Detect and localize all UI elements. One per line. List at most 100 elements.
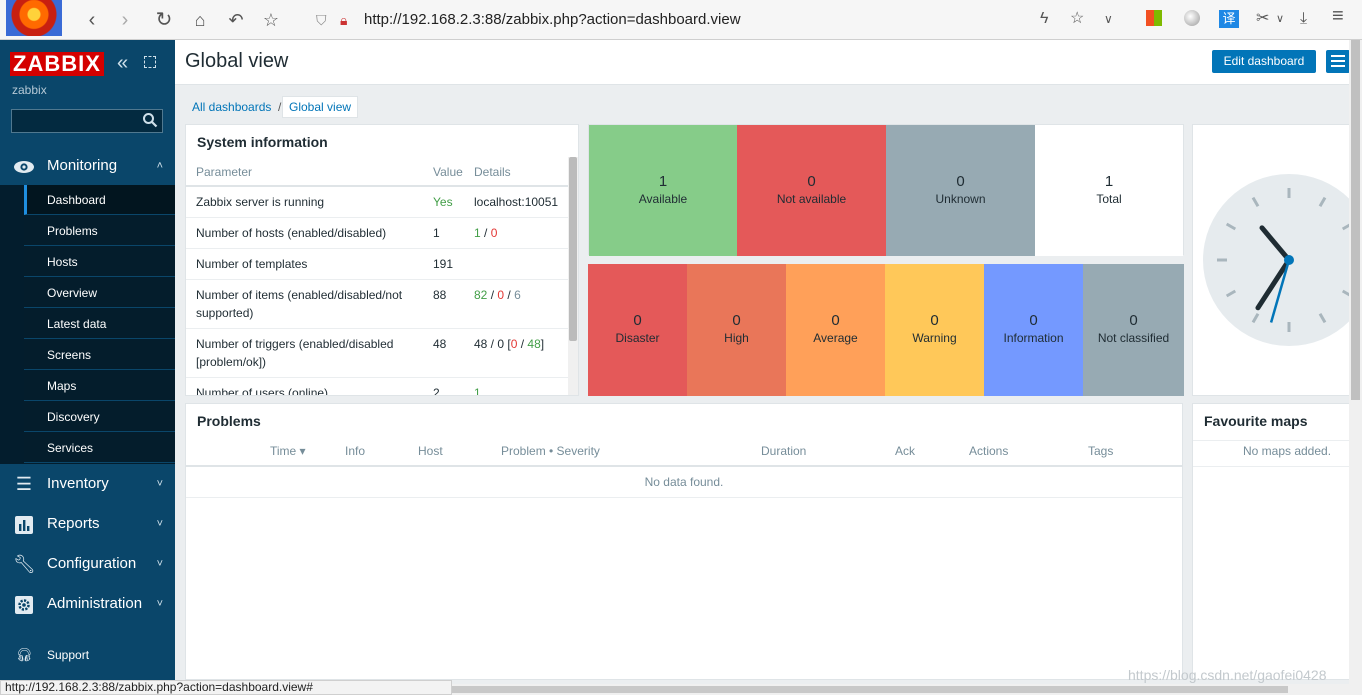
page-header: Global view Edit dashboard [175, 40, 1362, 85]
collapse-sidebar-icon[interactable]: « [117, 52, 128, 75]
value-cell: 48 [433, 337, 447, 351]
submenu-discovery[interactable]: Discovery [24, 402, 175, 432]
wrench-icon: 🔧︎ [13, 554, 36, 574]
scrollbar-thumb[interactable] [1351, 40, 1360, 400]
undo-icon[interactable]: ↶ [224, 8, 248, 32]
table-header: Parameter Value Details [186, 157, 570, 187]
address-bar[interactable]: ⛉ 🔒︎ http://192.168.2.3:88/zabbix.php?ac… [308, 6, 1028, 34]
support-label: Support [47, 648, 90, 662]
scissors-icon[interactable]: ✂ [1256, 9, 1269, 29]
widget-title: System information [197, 134, 328, 150]
menu-monitoring[interactable]: Monitoring ˄ [0, 146, 175, 186]
param-cell-line: supported) [196, 306, 254, 320]
menu-administration[interactable]: Administration ˅ [0, 584, 175, 624]
tile-count: 0 [732, 312, 741, 329]
host-available-tile[interactable]: 1 Available [589, 125, 737, 256]
severity-average-tile[interactable]: 0 Average [786, 264, 885, 396]
table-row: Number of users (online) 2 1 [186, 378, 570, 396]
support-link[interactable]: 🎧︎ Support [0, 640, 175, 670]
apps-grid-icon[interactable] [1146, 10, 1162, 26]
param-cell: Zabbix server is running [196, 195, 325, 209]
menu-monitoring-label: Monitoring [47, 157, 118, 174]
bookmark-star-icon[interactable]: ☆ [1070, 9, 1084, 29]
empty-message: No maps added. [1242, 444, 1332, 458]
kiosk-mode-icon[interactable] [144, 56, 156, 68]
shield-icon: ⛉ [316, 12, 327, 28]
home-icon[interactable]: ⌂ [188, 8, 212, 32]
details-cell: 48 / 0 [0 / 48] [474, 337, 545, 351]
forward-icon[interactable]: › [113, 8, 137, 32]
details-cell: 1 / 0 [474, 226, 498, 240]
menu-inventory[interactable]: ☰ Inventory ˅ [0, 464, 175, 504]
insecure-lock-icon[interactable]: 🔒︎ [340, 12, 347, 29]
host-total-tile[interactable]: 1 Total [1035, 125, 1183, 256]
chevron-down-icon: ˅ [156, 478, 163, 490]
value-cell: 1 [433, 226, 440, 240]
lightning-icon[interactable]: ϟ [1040, 9, 1048, 29]
headset-icon: 🎧︎ [15, 647, 33, 662]
host-not-available-tile[interactable]: 0 Not available [737, 125, 886, 256]
menu-reports[interactable]: Reports ˅ [0, 504, 175, 544]
page-horizontal-scrollbar[interactable] [452, 684, 1362, 695]
translate-icon[interactable]: 译 [1219, 10, 1239, 28]
table-row: Number of items (enabled/disabled/not su… [186, 280, 570, 329]
tile-label: Not available [776, 192, 847, 206]
severity-warning-tile[interactable]: 0 Warning [885, 264, 984, 396]
column-header-info: Info [345, 444, 366, 458]
menu-inventory-label: Inventory [47, 475, 109, 492]
page-vertical-scrollbar[interactable] [1349, 40, 1362, 684]
more-menu-icon[interactable]: ≡ [1332, 6, 1344, 26]
dropdown-chevron-icon[interactable]: ∨ [1104, 9, 1113, 29]
clock-face [1203, 174, 1361, 346]
submenu-latest-data[interactable]: Latest data [24, 309, 175, 339]
severity-not-classified-tile[interactable]: 0 Not classified [1083, 264, 1184, 396]
severity-high-tile[interactable]: 0 High [687, 264, 786, 396]
globe-icon[interactable] [1184, 10, 1200, 26]
submenu-overview[interactable]: Overview [24, 278, 175, 308]
clock-widget [1192, 124, 1362, 396]
list-icon: ☰ [15, 474, 33, 494]
severity-disaster-tile[interactable]: 0 Disaster [588, 264, 687, 396]
tile-count: 0 [1129, 312, 1138, 329]
edit-dashboard-button[interactable]: Edit dashboard [1212, 50, 1316, 73]
param-cell: Number of users (online) [196, 386, 329, 396]
column-header-time[interactable]: Time ▾ [270, 444, 306, 458]
scrollbar-thumb[interactable] [452, 686, 1288, 693]
host-unknown-tile[interactable]: 0 Unknown [886, 125, 1035, 256]
address-text[interactable]: http://192.168.2.3:88/zabbix.php?action=… [364, 11, 741, 28]
browser-logo-icon[interactable] [6, 0, 62, 36]
tile-label: Available [638, 192, 688, 206]
tile-count: 0 [930, 312, 939, 329]
scissors-dropdown-icon[interactable]: ∨ [1276, 9, 1284, 29]
value-cell: 191 [433, 257, 454, 271]
breadcrumb-current[interactable]: Global view [282, 96, 359, 118]
back-icon[interactable]: ‹ [80, 8, 104, 32]
browser-toolbar: ‹ › ↻ ⌂ ↶ ☆ ⛉ 🔒︎ http://192.168.2.3:88/z… [0, 0, 1362, 40]
watermark-text: https://blog.csdn.net/gaofei0428 [1128, 667, 1327, 683]
submenu-hosts[interactable]: Hosts [24, 247, 175, 277]
breadcrumb-all-dashboards[interactable]: All dashboards [192, 100, 271, 114]
main-content: Global view Edit dashboard All dashboard… [175, 40, 1362, 680]
submenu-services[interactable]: Services [24, 433, 175, 463]
tile-label: Warning [912, 331, 957, 345]
page-title: Global view [185, 50, 289, 72]
submenu-screens[interactable]: Screens [24, 340, 175, 370]
zabbix-logo[interactable]: ZABBIX [10, 52, 104, 76]
download-icon[interactable]: ⤓ [1300, 9, 1307, 29]
submenu-dashboard[interactable]: Dashboard [24, 185, 175, 215]
gear-icon [13, 584, 35, 624]
submenu-maps[interactable]: Maps [24, 371, 175, 401]
severity-information-tile[interactable]: 0 Information [984, 264, 1083, 396]
scrollbar-thumb[interactable] [569, 157, 577, 341]
problems-by-severity-widget: 0 Disaster 0 High 0 Average 0 Warning 0 … [588, 264, 1184, 396]
favorite-star-icon[interactable]: ☆ [259, 8, 283, 32]
reload-icon[interactable]: ↻ [152, 8, 176, 32]
search-input[interactable] [11, 109, 163, 133]
search-icon[interactable] [142, 112, 158, 128]
menu-configuration[interactable]: 🔧︎ Configuration ˅ [0, 544, 175, 584]
widget-scrollbar[interactable] [568, 157, 578, 395]
submenu-problems[interactable]: Problems [24, 216, 175, 246]
dashboard-actions-menu-icon[interactable] [1326, 50, 1350, 73]
chevron-down-icon: ˅ [156, 598, 163, 610]
column-header-ack: Ack [895, 444, 916, 458]
